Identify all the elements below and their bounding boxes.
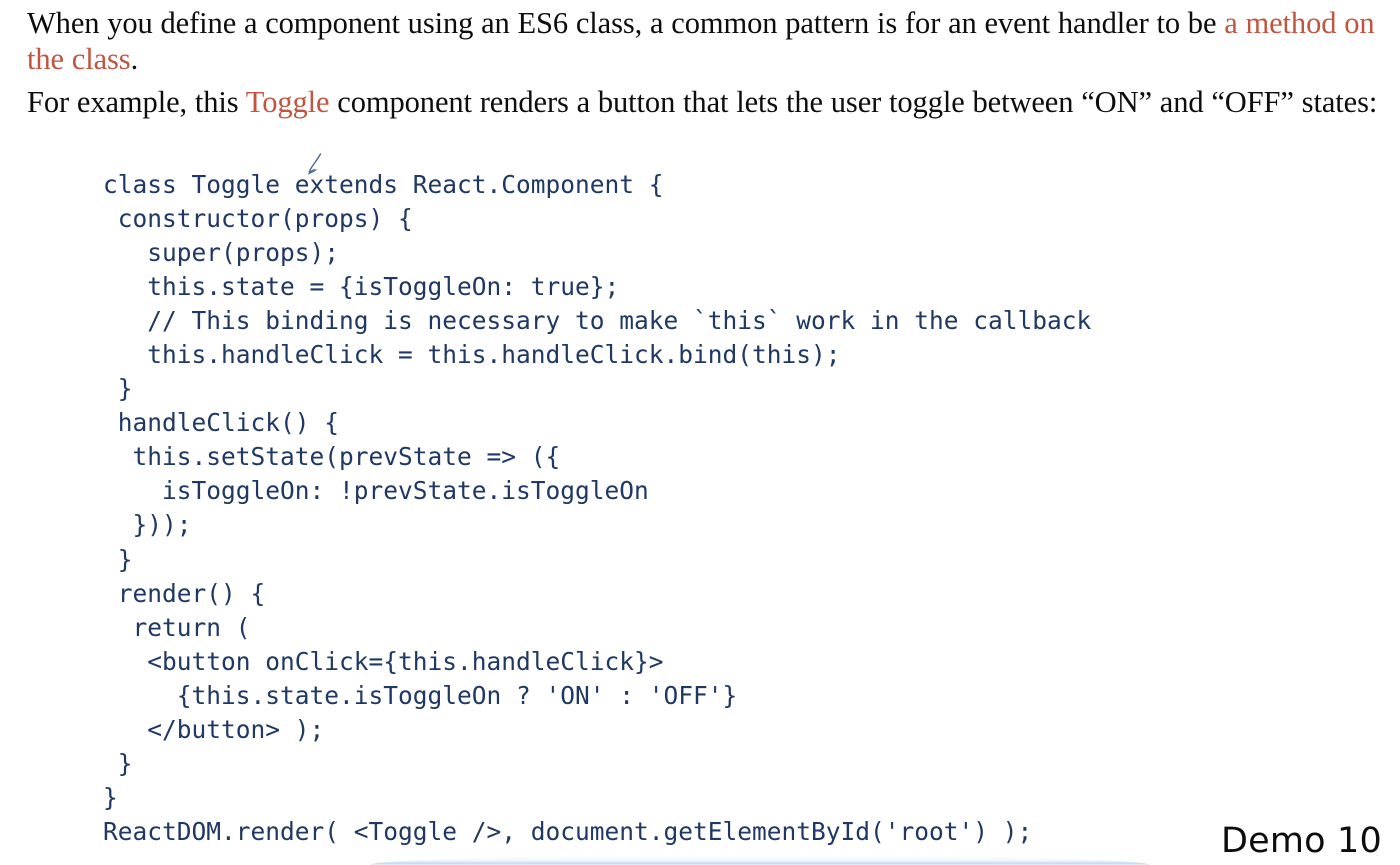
- code-line: // This binding is necessary to make `th…: [103, 305, 1092, 335]
- paragraph-1-text-lead: When you define a component using an ES6…: [27, 6, 1225, 40]
- prose-block: When you define a component using an ES6…: [27, 5, 1383, 124]
- code-line: }: [103, 749, 133, 779]
- code-line: handleClick() {: [103, 408, 340, 438]
- code-listing-body: class Toggle extends React.Component { c…: [103, 168, 1091, 850]
- code-line: }: [103, 374, 133, 404]
- slide-canvas: When you define a component using an ES6…: [0, 0, 1400, 865]
- code-line: {this.state.isToggleOn ? 'ON' : 'OFF'}: [103, 680, 738, 710]
- code-line: render() {: [103, 578, 266, 608]
- code-listing: class Toggle extends React.Component { c…: [103, 168, 1091, 850]
- code-line: isToggleOn: !prevState.isToggleOn: [103, 476, 649, 506]
- paragraph-2-accent-phrase: Toggle: [245, 85, 330, 119]
- code-line: super(props);: [103, 237, 340, 267]
- code-line: </button> );: [103, 715, 325, 744]
- code-line: }: [103, 783, 118, 813]
- slide-edge-artifact: [370, 855, 1150, 865]
- paragraph-2: For example, this Toggle component rende…: [27, 84, 1383, 120]
- code-line: this.setState(prevState => ({: [103, 442, 561, 472]
- code-line: <button onClick={this.handleClick}>: [103, 646, 664, 676]
- code-line: this.state = {isToggleOn: true};: [103, 271, 620, 301]
- code-line: ReactDOM.render( <Toggle />, document.ge…: [103, 817, 1033, 847]
- demo-label: Demo 10: [1220, 821, 1382, 861]
- paragraph-1: When you define a component using an ES6…: [27, 5, 1383, 77]
- code-line: }: [103, 544, 133, 574]
- paragraph-2-text-tail: component renders a button that lets the…: [329, 85, 1378, 119]
- code-line: this.handleClick = this.handleClick.bind…: [103, 339, 841, 369]
- paragraph-2-text-lead: For example, this: [27, 85, 246, 119]
- code-line: class Toggle extends React.Component {: [103, 169, 664, 199]
- code-line: constructor(props) {: [103, 203, 413, 233]
- code-line: }));: [103, 510, 192, 540]
- code-line: return (: [103, 612, 251, 642]
- paragraph-1-text-tail: .: [130, 42, 139, 76]
